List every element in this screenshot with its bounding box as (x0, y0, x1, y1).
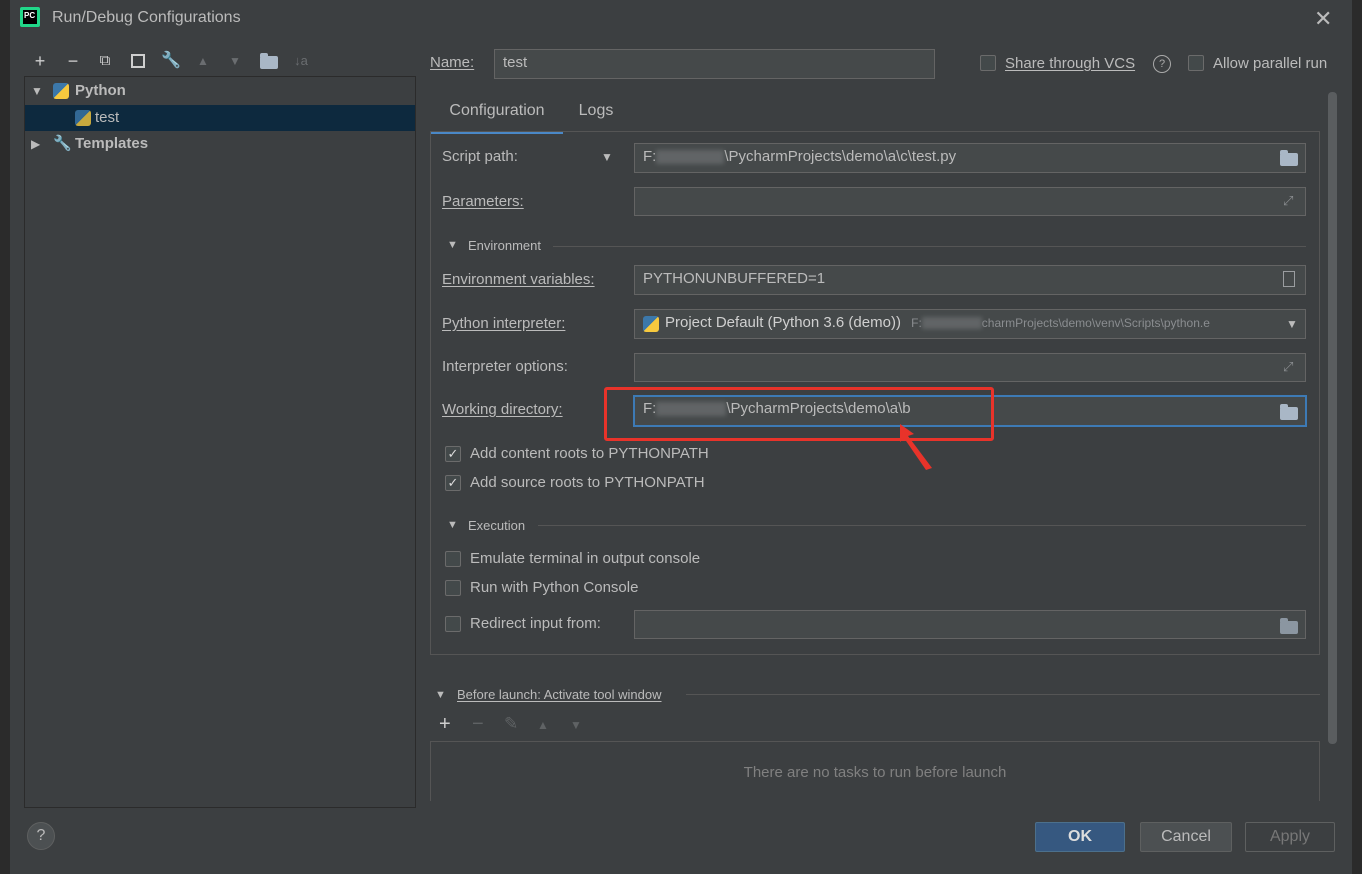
add-source-roots-checkbox[interactable]: ✓ (445, 475, 461, 491)
emulate-terminal-label: Emulate terminal in output console (470, 550, 701, 567)
add-content-roots-label: Add content roots to PYTHONPATH (470, 445, 709, 462)
name-label: Name: (430, 54, 475, 71)
ok-button[interactable]: OK (1035, 822, 1125, 852)
execution-collapse-icon[interactable]: ▼ (447, 519, 458, 531)
browse-folder-icon[interactable] (1280, 404, 1298, 420)
script-path-label: Script path: (442, 148, 518, 165)
tree-test-label: test (95, 109, 120, 126)
execution-divider (538, 525, 1306, 526)
interpreter-options-label: Interpreter options: (442, 358, 568, 375)
script-path-input[interactable]: F: \PycharmProjects\demo\a\c\test.py (634, 143, 1306, 173)
configuration-tree: ▼ Python test ▶ 🔧 Templates (24, 76, 416, 808)
interpreter-select[interactable]: Project Default (Python 3.6 (demo)) F: ch… (634, 309, 1306, 339)
python-icon (53, 83, 69, 99)
environment-collapse-icon[interactable]: ▼ (447, 239, 458, 251)
emulate-terminal-checkbox[interactable] (445, 551, 461, 567)
remove-task-icon[interactable]: − (472, 713, 484, 736)
cancel-button[interactable]: Cancel (1140, 822, 1232, 852)
pycharm-app-icon: PC (20, 7, 40, 27)
window-title: Run/Debug Configurations (52, 9, 241, 26)
env-vars-input[interactable]: PYTHONUNBUFFERED=1 (634, 265, 1306, 295)
save-configuration-icon[interactable] (127, 50, 149, 72)
wrench-icon: 🔧 (53, 135, 72, 152)
browse-folder-icon[interactable] (1280, 150, 1298, 166)
python-run-config-icon (75, 110, 91, 126)
new-folder-icon[interactable] (258, 50, 280, 72)
remove-configuration-icon[interactable]: − (62, 50, 84, 72)
tree-python-label: Python (75, 82, 126, 99)
tree-item-python[interactable]: ▼ Python (25, 78, 415, 104)
edit-defaults-wrench-icon[interactable]: 🔧 (160, 50, 182, 72)
app-icon-text: PC (24, 11, 36, 20)
redirect-input-checkbox[interactable] (445, 616, 461, 632)
help-icon[interactable]: ? (1153, 55, 1171, 73)
close-icon[interactable]: ✕ (1314, 6, 1332, 32)
share-vcs-label: Share through VCS (1005, 55, 1136, 72)
env-vars-label: Environment variables: (442, 271, 595, 288)
expand-arrow-icon[interactable]: ▶ (31, 131, 40, 157)
redirect-input-field[interactable] (634, 610, 1306, 639)
move-task-up-icon[interactable]: ▲ (537, 718, 549, 732)
collapse-arrow-icon[interactable]: ▼ (31, 78, 43, 104)
allow-parallel-checkbox[interactable] (1188, 55, 1204, 71)
move-task-down-icon[interactable]: ▼ (570, 718, 582, 732)
ide-background-right (1352, 0, 1362, 874)
environment-section-title: Environment (468, 238, 541, 253)
run-python-console-checkbox[interactable] (445, 580, 461, 596)
redirect-input-label: Redirect input from: (470, 615, 601, 632)
expand-icon[interactable]: ⤢ (1283, 359, 1293, 375)
working-dir-label: Working directory: (442, 401, 563, 418)
before-launch-title: Before launch: Activate tool window (457, 687, 662, 702)
tree-templates-label: Templates (75, 135, 149, 152)
help-button[interactable]: ? (27, 822, 55, 850)
python-interpreter-icon (643, 316, 659, 332)
before-launch-divider (686, 694, 1320, 695)
allow-parallel-label: Allow parallel run (1213, 55, 1328, 72)
add-source-roots-label: Add source roots to PYTHONPATH (470, 474, 705, 491)
script-type-dropdown-icon[interactable]: ▼ (601, 150, 613, 164)
expand-icon[interactable]: ⤢ (1283, 193, 1293, 209)
edit-env-vars-icon[interactable] (1283, 271, 1295, 287)
run-python-console-label: Run with Python Console (470, 579, 639, 596)
interpreter-dropdown-icon[interactable]: ▼ (1286, 317, 1298, 331)
move-down-icon[interactable]: ▼ (224, 50, 246, 72)
share-vcs-checkbox[interactable] (980, 55, 996, 71)
empty-tasks-text: There are no tasks to run before launch (743, 764, 1007, 781)
ide-background-left (0, 0, 10, 874)
tab-logs[interactable]: Logs (570, 95, 622, 131)
before-launch-collapse-icon[interactable]: ▼ (435, 689, 446, 701)
execution-section-title: Execution (468, 518, 526, 533)
add-configuration-icon[interactable]: + (29, 50, 51, 72)
tree-item-test[interactable]: test (25, 105, 415, 131)
tab-configuration[interactable]: Configuration (431, 95, 563, 134)
copy-configuration-icon[interactable]: ⧉ (94, 50, 116, 72)
add-content-roots-checkbox[interactable]: ✓ (445, 446, 461, 462)
annotation-arrow (900, 424, 932, 470)
apply-button[interactable]: Apply (1245, 822, 1335, 852)
parameters-label: Parameters: (442, 193, 524, 210)
add-task-icon[interactable]: + (439, 713, 451, 736)
name-input[interactable]: test (494, 49, 935, 79)
tree-item-templates[interactable]: ▶ 🔧 Templates (25, 131, 415, 157)
scrollbar-thumb[interactable] (1328, 92, 1337, 744)
sort-alphabetically-icon[interactable]: ↓a (290, 50, 312, 72)
edit-task-icon[interactable]: ✎ (504, 714, 518, 734)
interpreter-label: Python interpreter: (442, 315, 566, 332)
interpreter-options-input[interactable] (634, 353, 1306, 382)
environment-divider (553, 246, 1306, 247)
move-up-icon[interactable]: ▲ (192, 50, 214, 72)
browse-folder-icon[interactable] (1280, 618, 1298, 634)
parameters-input[interactable] (634, 187, 1306, 216)
